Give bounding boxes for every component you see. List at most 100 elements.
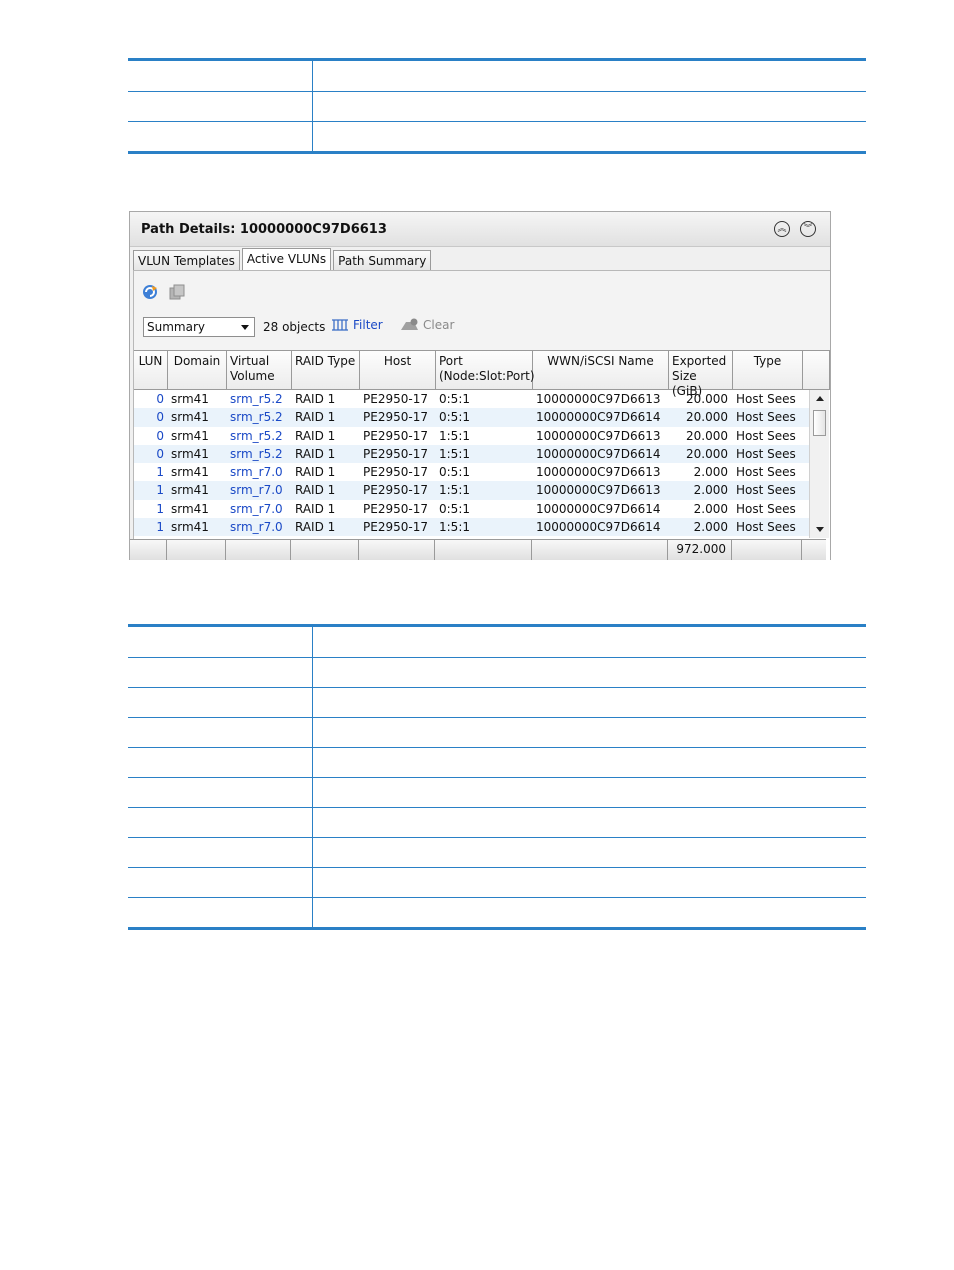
column-header-lun[interactable]: LUN: [134, 351, 168, 389]
footer-cell-type: [732, 540, 802, 560]
cell-type: Host Sees: [736, 392, 796, 406]
table-row[interactable]: 0 srm41 srm_r5.2 RAID 1 PE2950-17 1:5:1 100000…: [134, 444, 810, 464]
object-count: 28 objects: [263, 320, 326, 334]
column-header-host[interactable]: Host: [360, 351, 436, 389]
doc-table-row: [128, 837, 866, 867]
cell-domain: srm41: [171, 392, 209, 406]
filter-bar: Summary 28 objects Filter Clear: [134, 311, 830, 341]
cell-virtual-volume[interactable]: srm_r7.0: [227, 481, 292, 499]
column-header-wwn[interactable]: WWN/iSCSI Name: [533, 351, 669, 389]
cell-host: PE2950-17: [363, 483, 428, 498]
cell-raid-type: RAID 1: [295, 501, 336, 516]
scroll-thumb[interactable]: [813, 410, 826, 436]
cell-virtual-volume[interactable]: srm_r7.0: [227, 518, 292, 536]
cell-virtual-volume[interactable]: srm_r7.0: [227, 500, 292, 518]
cell-port: 1:5:1: [439, 520, 470, 535]
table-row[interactable]: 1 srm41 srm_r7.0 RAID 1 PE2950-17 1:5:1 100000…: [134, 481, 810, 500]
cell-lun[interactable]: 0: [134, 445, 168, 463]
clear-label: Clear: [423, 318, 455, 332]
doc-table-row: [128, 897, 866, 927]
cell-wwn: 10000000C97D6614: [536, 501, 661, 516]
clear-button[interactable]: Clear: [400, 318, 454, 332]
cell-virtual-volume[interactable]: srm_r5.2: [227, 427, 292, 445]
doc-table-row: [128, 777, 866, 807]
cell-virtual-volume[interactable]: srm_r7.0: [227, 463, 292, 481]
column-header-domain[interactable]: Domain: [168, 351, 227, 389]
tab-active-vluns[interactable]: Active VLUNs: [241, 248, 332, 272]
scrollbar[interactable]: [809, 390, 829, 538]
cell-host: PE2950-17: [363, 428, 428, 443]
tab-vlun-templates[interactable]: VLUN Templates: [133, 250, 240, 271]
filter-button[interactable]: Filter: [331, 318, 383, 332]
copy-icon[interactable]: [168, 283, 186, 301]
cell-virtual-volume[interactable]: srm_r5.2: [227, 390, 292, 408]
footer-cell-domain: [167, 540, 226, 560]
column-header-exported-size[interactable]: Exported Size (GiB): [669, 351, 733, 398]
cell-virtual-volume[interactable]: srm_r5.2: [227, 445, 292, 463]
column-header-port[interactable]: Port (Node:Slot:Port): [436, 351, 535, 389]
column-header-text: LUN: [138, 354, 163, 368]
cell-lun[interactable]: 1: [134, 500, 168, 518]
cell-port: 1:5:1: [439, 428, 470, 443]
doc-table-row: [128, 91, 866, 121]
column-header-text: Virtual: [230, 354, 270, 368]
refresh-icon[interactable]: [141, 283, 159, 301]
filter-label: Filter: [353, 318, 383, 332]
table-row[interactable]: 0 srm41 srm_r5.2 RAID 1 PE2950-17 0:5:1 100000…: [134, 390, 810, 408]
table-row[interactable]: 1 srm41 srm_r7.0 RAID 1 PE2950-17 0:5:1 100000…: [134, 463, 810, 481]
cell-wwn: 10000000C97D6613: [536, 392, 661, 406]
chevron-down-icon: [241, 325, 249, 330]
column-header-spacer: [803, 351, 830, 389]
cell-type: Host Sees: [736, 520, 796, 535]
cell-exported-size: 20.000: [686, 428, 728, 443]
scroll-down-icon[interactable]: [816, 527, 824, 532]
collapse-up-icon[interactable]: ︽: [774, 221, 790, 237]
cell-wwn: 10000000C97D6613: [536, 465, 661, 480]
doc-table-row: [128, 717, 866, 747]
doc-table-row: [128, 61, 866, 91]
doc-table-row: [128, 687, 866, 717]
column-header-virtual-volume[interactable]: Virtual Volume: [227, 351, 292, 389]
scroll-up-icon[interactable]: [816, 396, 824, 401]
footer-cell-virtual-volume: [226, 540, 291, 560]
cell-type: Host Sees: [736, 446, 796, 461]
cell-lun[interactable]: 0: [134, 427, 168, 445]
tab-content: Summary 28 objects Filter Clear LUN Doma…: [133, 270, 830, 561]
cell-domain: srm41: [171, 446, 209, 461]
cell-domain: srm41: [171, 483, 209, 498]
table-row[interactable]: 1 srm41 srm_r7.0 RAID 1 PE2950-17 1:5:1 100000…: [134, 518, 810, 537]
cell-domain: srm41: [171, 410, 209, 425]
column-header-type[interactable]: Type: [733, 351, 803, 389]
cell-exported-size: 20.000: [686, 410, 728, 425]
cell-lun[interactable]: 0: [134, 390, 168, 408]
column-header-text: WWN/iSCSI Name: [547, 354, 654, 368]
column-header-text: Exported: [672, 354, 727, 368]
doc-table-row: [128, 807, 866, 837]
cell-type: Host Sees: [736, 410, 796, 425]
cell-exported-size: 20.000: [686, 446, 728, 461]
cell-host: PE2950-17: [363, 392, 428, 406]
cell-virtual-volume[interactable]: srm_r5.2: [227, 408, 292, 426]
cell-lun[interactable]: 0: [134, 408, 168, 426]
footer-cell-wwn: [532, 540, 668, 560]
cell-type: Host Sees: [736, 483, 796, 498]
tab-path-summary[interactable]: Path Summary: [333, 250, 432, 271]
expand-down-icon[interactable]: ︾: [800, 221, 816, 237]
cell-lun[interactable]: 1: [134, 463, 168, 481]
cell-domain: srm41: [171, 520, 209, 535]
table-row[interactable]: 1 srm41 srm_r7.0 RAID 1 PE2950-17 0:5:1 100000…: [134, 500, 810, 518]
panel-title: Path Details: 10000000C97D6613: [141, 221, 387, 237]
doc-table-row: [128, 747, 866, 777]
cell-port: 1:5:1: [439, 446, 470, 461]
view-select[interactable]: Summary: [143, 317, 255, 337]
table-row[interactable]: 0 srm41 srm_r5.2 RAID 1 PE2950-17 1:5:1 100000…: [134, 427, 810, 445]
panel-header: Path Details: 10000000C97D6613 ︽ ︾: [130, 212, 830, 247]
column-header-raid-type[interactable]: RAID Type: [292, 351, 360, 389]
grid-body: 0 srm41 srm_r5.2 RAID 1 PE2950-17 0:5:1 100000…: [134, 390, 830, 537]
tab-bar: VLUN Templates Active VLUNs Path Summary: [130, 247, 830, 272]
table-row[interactable]: 0 srm41 srm_r5.2 RAID 1 PE2950-17 0:5:1 100000…: [134, 408, 810, 427]
cell-lun[interactable]: 1: [134, 518, 168, 536]
cell-lun[interactable]: 1: [134, 481, 168, 499]
footer-cell-lun: [130, 540, 167, 560]
cell-host: PE2950-17: [363, 520, 428, 535]
